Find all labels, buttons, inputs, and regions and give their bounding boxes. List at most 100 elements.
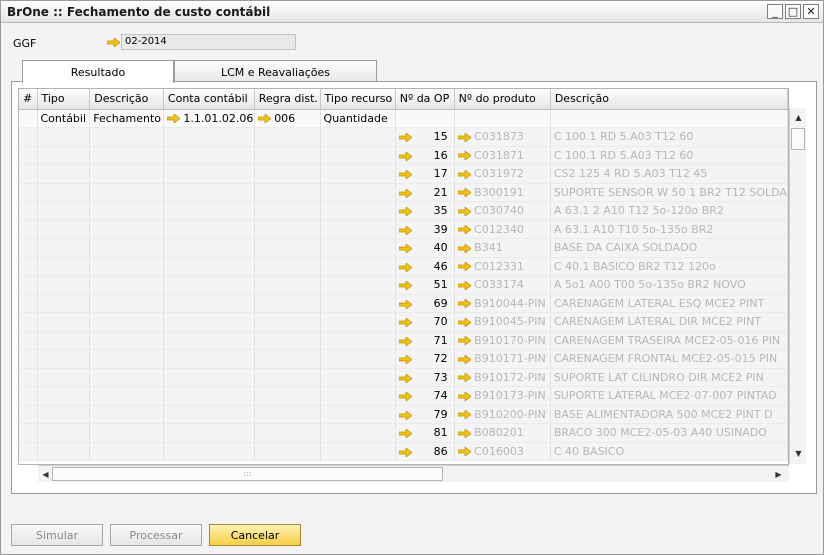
column-header[interactable]: Descrição: [89, 89, 164, 110]
table-row[interactable]: 35 C030740 A 63.1 2 A10 T12 5o-120o BR2: [19, 201, 788, 221]
op-cell[interactable]: 39: [395, 220, 455, 239]
link-arrow-icon[interactable]: [398, 170, 412, 180]
op-cell[interactable]: 69: [395, 294, 455, 313]
link-arrow-icon[interactable]: [398, 429, 412, 439]
regra-cell[interactable]: 006: [254, 109, 321, 128]
horizontal-scrollbar[interactable]: ◀ ::: ▶: [38, 465, 789, 482]
link-arrow-icon[interactable]: [398, 225, 412, 235]
table-row[interactable]: 21 B300191 SUPORTE SENSOR W 50 1 BR2 T12 …: [19, 183, 788, 202]
link-arrow-icon[interactable]: [166, 114, 180, 124]
link-arrow-icon[interactable]: [457, 206, 471, 216]
close-button[interactable]: ✕: [803, 4, 819, 19]
table-row[interactable]: 81 B080201 BRACO 300 MCE2-05-03 A40 USINA…: [19, 423, 788, 443]
produto-cell[interactable]: B300191: [454, 183, 551, 202]
produto-cell[interactable]: C031873: [454, 127, 551, 147]
op-cell[interactable]: 46: [395, 257, 455, 276]
table-row[interactable]: 73 B910172-PIN SUPORTE LAT CILINDRO DIR M…: [19, 368, 788, 387]
produto-cell[interactable]: B910170-PIN: [454, 331, 551, 350]
produto-cell[interactable]: B910173-PIN: [454, 386, 551, 406]
link-arrow-icon[interactable]: [398, 207, 412, 217]
tab-resultado[interactable]: Resultado: [22, 60, 174, 83]
op-cell[interactable]: 74: [395, 386, 455, 406]
op-cell[interactable]: 70: [395, 312, 455, 332]
produto-cell[interactable]: B910171-PIN: [454, 349, 551, 369]
link-arrow-icon[interactable]: [398, 392, 412, 402]
link-arrow-icon[interactable]: [398, 188, 412, 198]
link-arrow-icon[interactable]: [457, 391, 471, 401]
link-arrow-icon[interactable]: [457, 132, 471, 142]
column-header[interactable]: #: [19, 89, 38, 110]
produto-cell[interactable]: C030740: [454, 201, 551, 221]
produto-cell[interactable]: C012331: [454, 257, 551, 276]
link-arrow-icon[interactable]: [457, 151, 471, 161]
table-row[interactable]: 17 C031972 CS2 125 4 RD 5.A03 T12 45: [19, 164, 788, 184]
table-row[interactable]: 39 C012340 A 63.1 A10 T10 5o-135o BR2: [19, 220, 788, 239]
produto-cell[interactable]: B910045-PIN: [454, 312, 551, 332]
link-arrow-icon[interactable]: [398, 151, 412, 161]
link-arrow-icon[interactable]: [457, 188, 471, 198]
op-cell[interactable]: 81: [395, 423, 455, 443]
produto-cell[interactable]: B080201: [454, 423, 551, 443]
horizontal-scroll-thumb[interactable]: :::: [52, 467, 443, 481]
scroll-left-icon[interactable]: ◀: [38, 467, 53, 482]
link-arrow-icon[interactable]: [457, 243, 471, 253]
maximize-button[interactable]: □: [785, 4, 801, 19]
produto-cell[interactable]: B910200-PIN: [454, 405, 551, 424]
column-header[interactable]: Conta contábil: [163, 89, 255, 110]
link-arrow-icon[interactable]: [457, 225, 471, 235]
table-row[interactable]: 74 B910173-PIN SUPORTE LATERAL MCE2-07-00…: [19, 386, 788, 406]
link-arrow-icon[interactable]: [398, 318, 412, 328]
op-cell[interactable]: 71: [395, 331, 455, 350]
op-cell[interactable]: 35: [395, 201, 455, 221]
table-row[interactable]: 72 B910171-PIN CARENAGEM FRONTAL MCE2-05-…: [19, 349, 788, 369]
simular-button[interactable]: Simular: [11, 524, 103, 546]
conta-cell[interactable]: 1.1.01.02.06: [163, 109, 255, 128]
link-arrow-icon[interactable]: [398, 410, 412, 420]
vertical-scrollbar[interactable]: ▲ ▼: [789, 108, 806, 464]
link-arrow-icon[interactable]: [398, 299, 412, 309]
link-arrow-icon[interactable]: [398, 447, 412, 457]
produto-cell[interactable]: C031972: [454, 164, 551, 184]
column-header[interactable]: Tipo recurso: [320, 89, 396, 110]
link-arrow-icon[interactable]: [457, 354, 471, 364]
table-row[interactable]: 86 C016003 C 40 BASICO: [19, 442, 788, 461]
scroll-up-icon[interactable]: ▲: [791, 110, 806, 125]
table-row[interactable]: 69 B910044-PIN CARENAGEM LATERAL ESQ MCE2…: [19, 294, 788, 313]
link-arrow-icon[interactable]: [457, 447, 471, 457]
ggf-field[interactable]: 02-2014: [121, 34, 296, 50]
op-cell[interactable]: 73: [395, 368, 455, 387]
produto-cell[interactable]: C016003: [454, 442, 551, 461]
produto-cell[interactable]: B341: [454, 238, 551, 258]
link-arrow-icon[interactable]: [398, 133, 412, 143]
link-arrow-icon[interactable]: [398, 281, 412, 291]
link-arrow-icon[interactable]: [398, 355, 412, 365]
scroll-right-icon[interactable]: ▶: [771, 467, 786, 482]
link-arrow-icon[interactable]: [457, 299, 471, 309]
column-header[interactable]: Tipo: [37, 89, 91, 110]
processar-button[interactable]: Processar: [110, 524, 202, 546]
link-arrow-icon[interactable]: [457, 428, 471, 438]
link-arrow-icon[interactable]: [398, 336, 412, 346]
op-cell[interactable]: 72: [395, 349, 455, 369]
link-arrow-icon[interactable]: [107, 38, 120, 47]
link-arrow-icon[interactable]: [457, 262, 471, 272]
op-cell[interactable]: 16: [395, 146, 455, 165]
produto-cell[interactable]: B910044-PIN: [454, 294, 551, 313]
column-header[interactable]: Nº do produto: [454, 89, 551, 110]
minimize-button[interactable]: _: [767, 4, 783, 19]
table-row[interactable]: 16 C031871 C 100.1 RD 5.A03 T12 60: [19, 146, 788, 165]
link-arrow-icon[interactable]: [457, 317, 471, 327]
link-arrow-icon[interactable]: [398, 262, 412, 272]
vertical-scroll-thumb[interactable]: [791, 128, 805, 150]
scroll-down-icon[interactable]: ▼: [791, 446, 806, 461]
table-row[interactable]: 51 C033174 A 5o1 A00 T00 5o-135o BR2 NOVO: [19, 275, 788, 295]
link-arrow-icon[interactable]: [398, 244, 412, 254]
column-header[interactable]: Nº da OP: [395, 89, 455, 110]
link-arrow-icon[interactable]: [457, 336, 471, 346]
link-arrow-icon[interactable]: [457, 169, 471, 179]
produto-cell[interactable]: C012340: [454, 220, 551, 239]
op-cell[interactable]: 51: [395, 275, 455, 295]
link-arrow-icon[interactable]: [457, 373, 471, 383]
op-cell[interactable]: 79: [395, 405, 455, 424]
link-arrow-icon[interactable]: [457, 280, 471, 290]
